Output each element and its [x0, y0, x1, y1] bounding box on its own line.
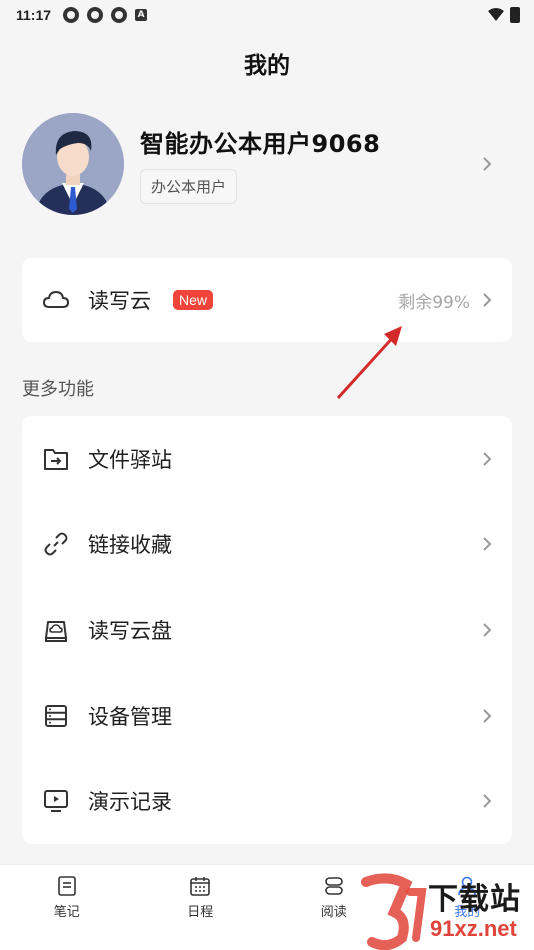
watermark-logo: 下载站 91xz.net: [358, 872, 534, 950]
calendar-icon: [190, 877, 211, 896]
cloud-drive-icon: [45, 620, 67, 642]
watermark-url: 91xz.net: [430, 916, 517, 941]
note-icon: [57, 876, 76, 896]
feature-item-device-management[interactable]: 设备管理: [22, 673, 512, 759]
cloud-icon: [42, 290, 70, 308]
profile-name: 智能办公本用户9068: [140, 130, 381, 158]
chevron-right-icon: [483, 537, 492, 552]
tab-label: 日程: [187, 905, 214, 920]
chevron-right-icon: [483, 708, 492, 723]
tab-notes[interactable]: 笔记: [0, 865, 134, 950]
profile-role-badge: 办公本用户: [140, 169, 238, 204]
device-list-icon: [45, 704, 67, 727]
status-time: 11:17: [16, 7, 52, 23]
chevron-right-icon: [483, 623, 492, 637]
watermark-mark-icon: [361, 873, 427, 950]
cloud-label: 读写云: [88, 289, 151, 313]
profile-header[interactable]: 智能办公本用户9068 办公本用户: [22, 112, 512, 216]
watermark-text: 下载站: [428, 883, 521, 916]
link-icon: [44, 532, 68, 556]
feature-label: 设备管理: [88, 704, 172, 729]
feature-item-cloud-drive[interactable]: 读写云盘: [22, 587, 512, 673]
feature-label: 文件驿站: [88, 447, 172, 472]
feature-item-file-station[interactable]: 文件驿站: [22, 416, 512, 502]
folder-arrow-icon: [44, 448, 68, 470]
cloud-storage-row[interactable]: 读写云 New 剩余99%: [22, 258, 512, 342]
page-title: 我的: [244, 53, 290, 79]
feature-label: 链接收藏: [88, 533, 172, 558]
tab-schedule[interactable]: 日程: [134, 865, 268, 950]
battery-icon: [510, 7, 520, 23]
feature-item-link-favorites[interactable]: 链接收藏: [22, 502, 512, 588]
tab-label: 阅读: [320, 905, 347, 920]
book-icon: [324, 877, 343, 895]
status-bar: 11:17 A: [0, 0, 534, 30]
new-badge: New: [173, 290, 214, 310]
chevron-right-icon: [483, 794, 492, 808]
notification-app-icon: [63, 7, 80, 23]
notification-app-icon: [111, 7, 128, 23]
feature-label: 读写云盘: [88, 618, 172, 643]
chevron-right-icon: [483, 452, 492, 466]
avatar: [22, 113, 124, 215]
notification-app-icon: [87, 7, 104, 23]
annotation-arrow-icon: [336, 326, 402, 400]
chevron-right-icon: [483, 293, 492, 307]
storage-remaining: 剩余99%: [398, 292, 470, 313]
presentation-icon: [44, 790, 68, 813]
feature-item-presentation-records[interactable]: 演示记录: [22, 758, 512, 844]
feature-label: 演示记录: [88, 790, 172, 815]
tab-label: 笔记: [53, 905, 80, 920]
features-list: 文件驿站 链接收藏 读写云盘 设备管理 演示记录: [22, 416, 512, 844]
section-title: 更多功能: [22, 379, 94, 400]
wifi-icon: [488, 8, 504, 21]
notification-a-icon: A: [135, 9, 148, 21]
chevron-right-icon: [483, 157, 492, 171]
